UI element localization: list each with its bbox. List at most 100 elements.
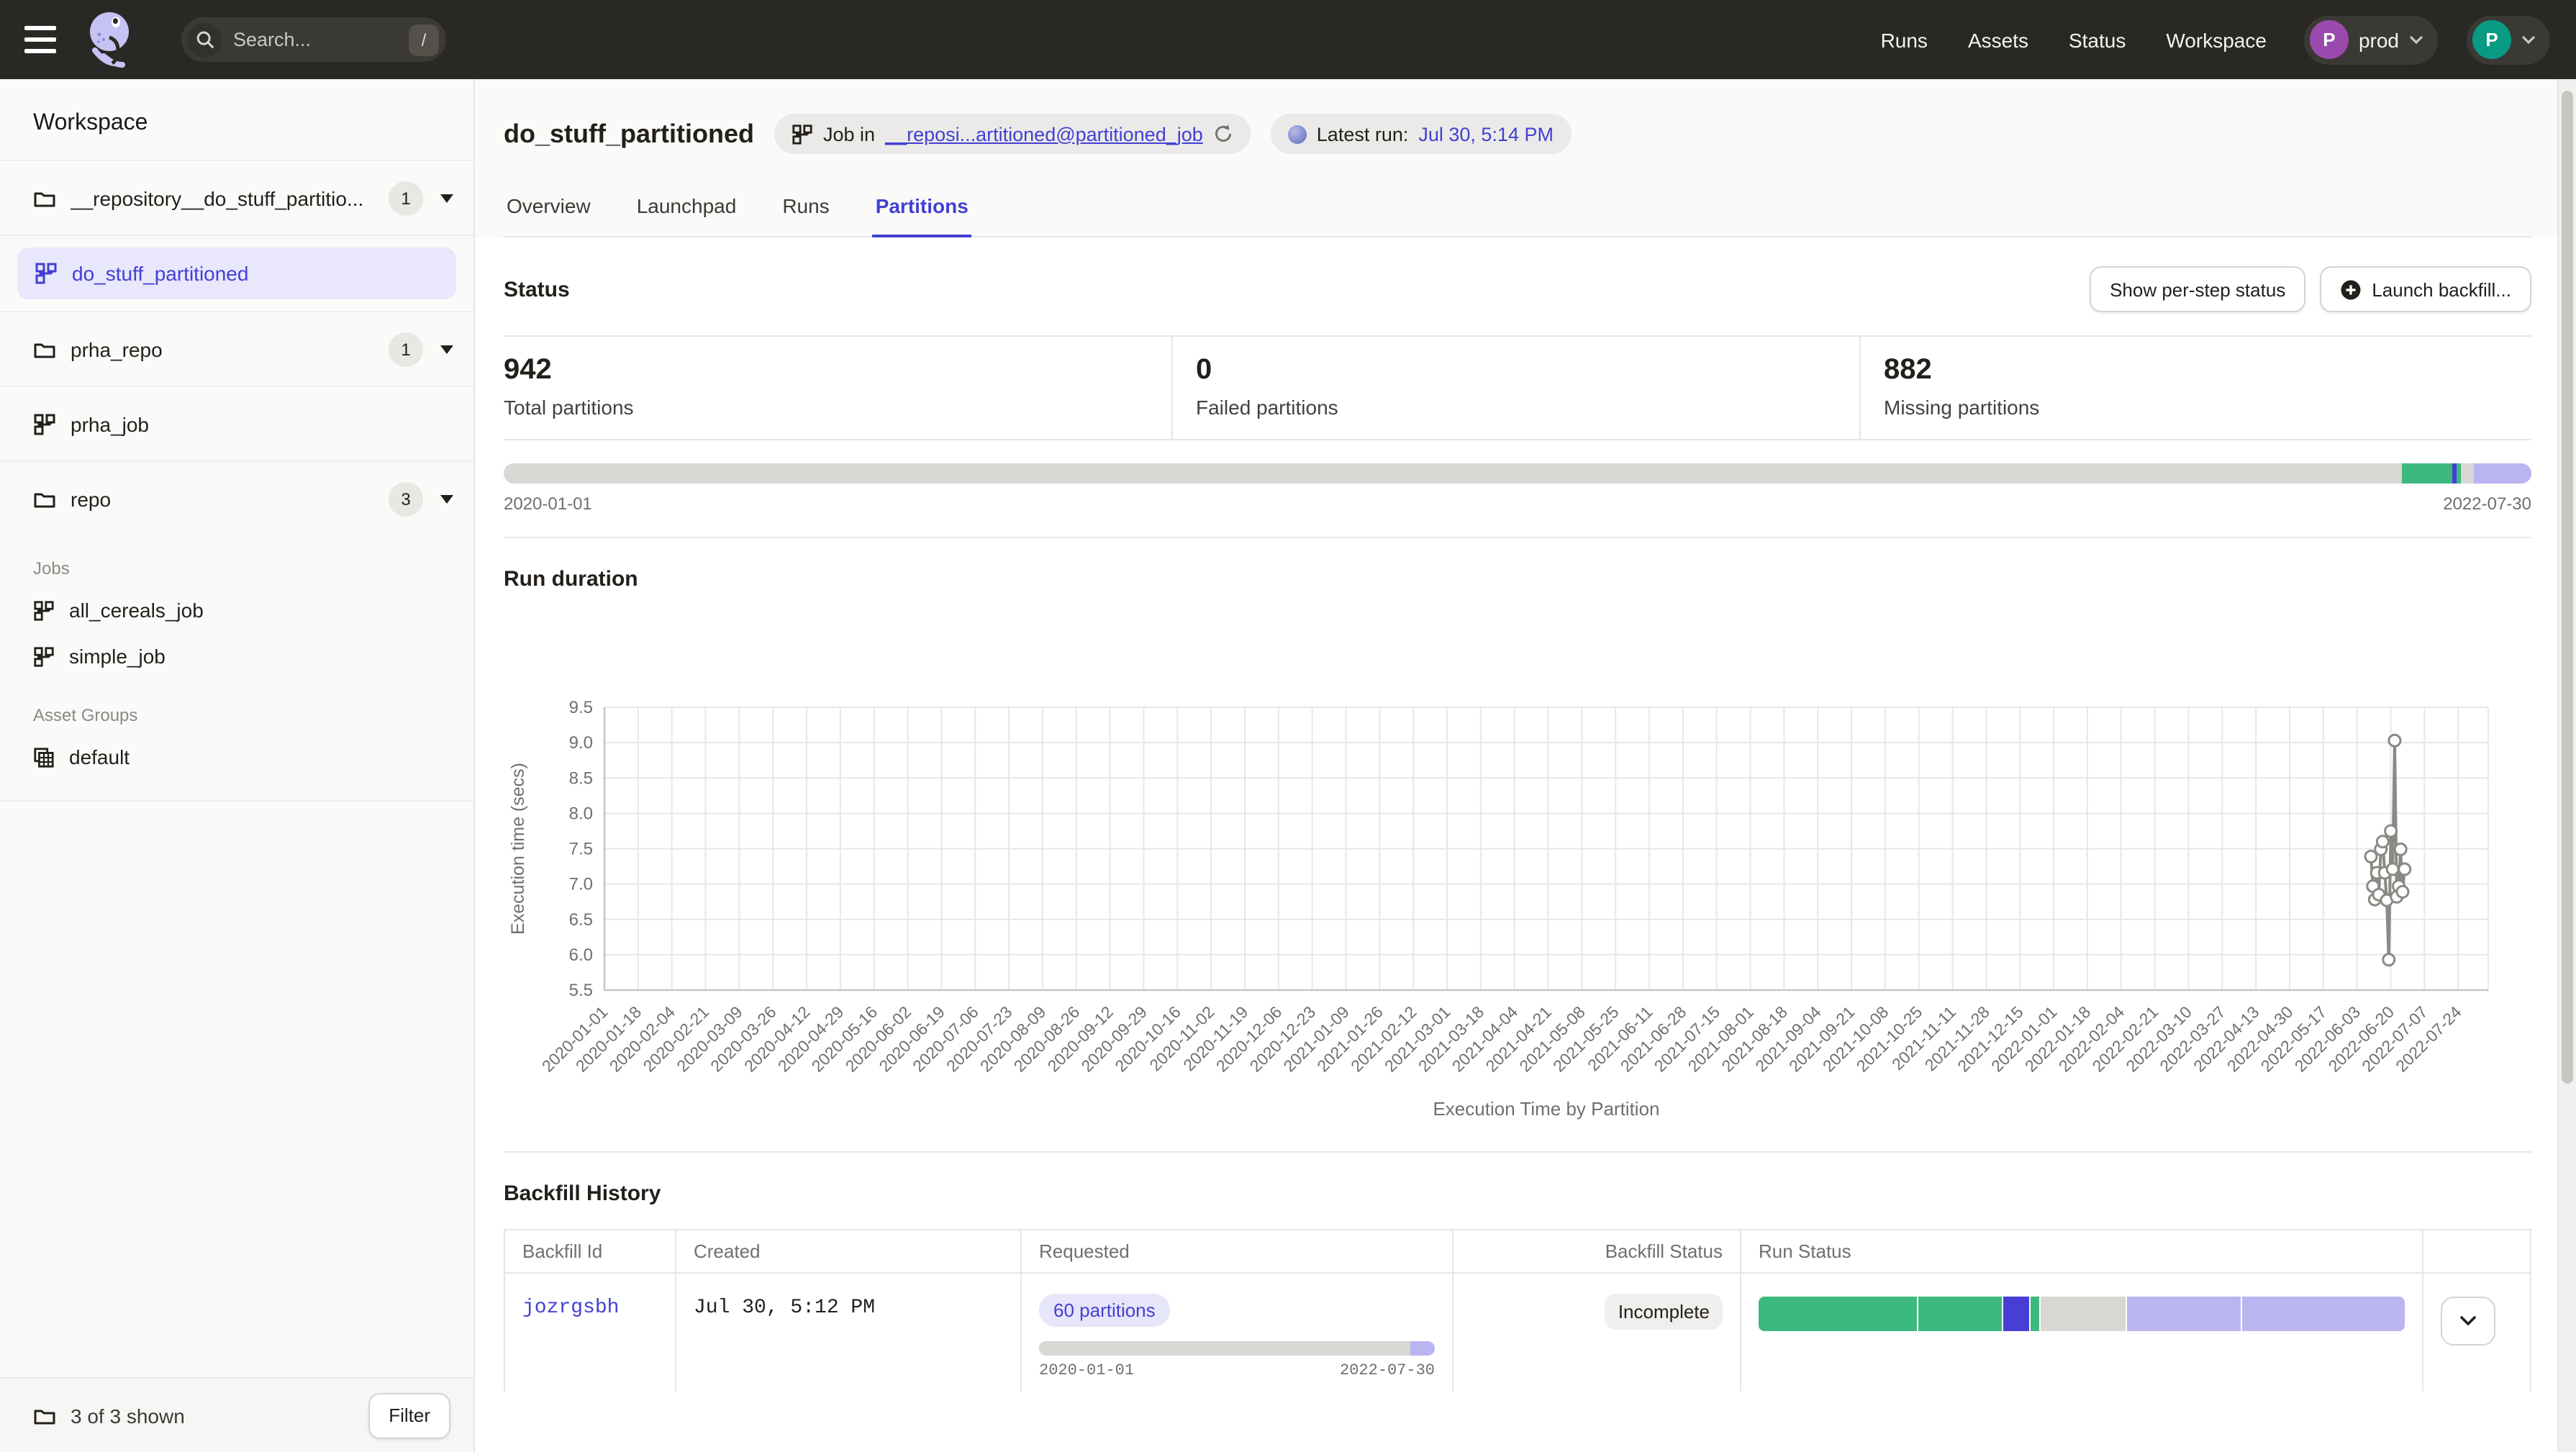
tab-partitions[interactable]: Partitions bbox=[873, 186, 971, 237]
show-per-step-status-button[interactable]: Show per-step status bbox=[2090, 266, 2305, 312]
top-nav-links: Runs Assets Status Workspace bbox=[1881, 28, 2267, 51]
folder-icon bbox=[33, 337, 56, 360]
svg-text:5.5: 5.5 bbox=[569, 981, 593, 1000]
job-icon bbox=[33, 412, 56, 435]
repo-count-badge: 1 bbox=[389, 181, 423, 215]
reload-icon[interactable] bbox=[1213, 124, 1233, 144]
total-partitions-value: 942 bbox=[504, 354, 1171, 387]
run-duration-chart: 9.59.08.58.07.57.06.56.05.52020-01-01202… bbox=[504, 606, 2531, 1148]
job-in-prefix: Job in bbox=[823, 123, 875, 145]
backfill-id-link[interactable]: jozrgsbh bbox=[522, 1297, 619, 1320]
failed-partitions-value: 0 bbox=[1196, 354, 1859, 387]
repos-shown-count: 3 of 3 shown bbox=[71, 1404, 354, 1427]
repo-count-badge: 1 bbox=[389, 332, 423, 366]
sidebar-item-simple-job[interactable]: simple_job bbox=[0, 633, 473, 679]
svg-text:Execution Time by Partition: Execution Time by Partition bbox=[1433, 1098, 1659, 1120]
partition-range-end: 2022-07-30 bbox=[2443, 494, 2531, 514]
nav-workspace[interactable]: Workspace bbox=[2166, 28, 2267, 51]
latest-run-link[interactable]: Jul 30, 5:14 PM bbox=[1418, 123, 1554, 145]
partition-status-bar[interactable] bbox=[504, 463, 2531, 484]
launch-backfill-button[interactable]: Launch backfill... bbox=[2320, 266, 2531, 312]
status-heading: Status bbox=[504, 277, 570, 301]
vertical-scrollbar[interactable] bbox=[2557, 79, 2576, 1452]
folder-icon bbox=[33, 1404, 56, 1427]
backfill-history-heading: Backfill History bbox=[504, 1181, 2531, 1206]
chevron-down-icon bbox=[2459, 1315, 2477, 1327]
col-run-status: Run Status bbox=[1740, 1230, 2422, 1272]
sidebar-item-prha-job[interactable]: prha_job bbox=[0, 386, 473, 460]
sidebar-item-default-asset-group[interactable]: default bbox=[0, 734, 473, 780]
partition-range-start: 2020-01-01 bbox=[504, 494, 592, 514]
caret-down-icon[interactable] bbox=[440, 194, 453, 202]
nav-status[interactable]: Status bbox=[2069, 28, 2126, 51]
search-input[interactable]: Search... / bbox=[181, 17, 446, 62]
job-label: simple_job bbox=[69, 645, 165, 668]
app-window: Search... / Runs Assets Status Workspace… bbox=[0, 0, 2576, 1452]
run-duration-heading: Run duration bbox=[504, 567, 2531, 591]
requested-range-end: 2022-07-30 bbox=[1340, 1363, 1435, 1380]
sidebar-item-prha-repo[interactable]: prha_repo 1 bbox=[0, 311, 473, 386]
svg-text:6.0: 6.0 bbox=[569, 945, 593, 965]
col-backfill-id: Backfill Id bbox=[505, 1230, 675, 1272]
caret-down-icon[interactable] bbox=[440, 345, 453, 353]
caret-down-icon[interactable] bbox=[440, 494, 453, 503]
deployment-avatar: P bbox=[2310, 20, 2349, 59]
sidebar-item-repository-do-stuff[interactable]: __repository__do_stuff_partitio... 1 bbox=[0, 160, 473, 235]
job-tabs: Overview Launchpad Runs Partitions bbox=[504, 186, 2531, 237]
partition-stats: 942 Total partitions 0 Failed partitions… bbox=[504, 335, 2531, 440]
tab-overview[interactable]: Overview bbox=[504, 186, 594, 237]
sidebar-item-repo[interactable]: repo 3 bbox=[0, 460, 473, 535]
backfill-status-badge: Incomplete bbox=[1605, 1294, 1723, 1330]
workspace-sidebar: Workspace __repository__do_stuff_partiti… bbox=[0, 79, 475, 1452]
jobs-section-label: Jobs bbox=[0, 558, 473, 587]
run-status-bar[interactable] bbox=[1759, 1297, 2405, 1331]
job-icon bbox=[792, 123, 813, 145]
svg-text:9.0: 9.0 bbox=[569, 733, 593, 753]
hamburger-menu-icon[interactable] bbox=[20, 19, 60, 60]
repo-label: prha_repo bbox=[71, 337, 374, 360]
deployment-switcher[interactable]: P prod bbox=[2304, 15, 2438, 64]
svg-text:6.5: 6.5 bbox=[569, 910, 593, 930]
search-icon bbox=[187, 22, 222, 57]
repo-count-badge: 3 bbox=[389, 481, 423, 516]
sidebar-footer: 3 of 3 shown Filter bbox=[0, 1377, 473, 1452]
expand-row-button[interactable] bbox=[2441, 1297, 2495, 1346]
user-avatar: P bbox=[2472, 20, 2511, 59]
repo-label: __repository__do_stuff_partitio... bbox=[71, 186, 374, 209]
search-shortcut-badge: / bbox=[409, 24, 439, 55]
asset-group-label: default bbox=[69, 745, 130, 768]
svg-text:Execution time (secs): Execution time (secs) bbox=[508, 763, 528, 935]
nav-runs[interactable]: Runs bbox=[1881, 28, 1928, 51]
folder-icon bbox=[33, 186, 56, 209]
col-requested: Requested bbox=[1020, 1230, 1452, 1272]
latest-run-badge: Latest run: Jul 30, 5:14 PM bbox=[1271, 114, 1571, 154]
nav-assets[interactable]: Assets bbox=[1968, 28, 2028, 51]
job-label: all_cereals_job bbox=[69, 599, 204, 622]
backfill-created: Jul 30, 5:12 PM bbox=[694, 1297, 875, 1320]
backfill-history-table: Backfill Id Created Requested Backfill S… bbox=[504, 1229, 2531, 1392]
main-content: do_stuff_partitioned Job in __reposi...a… bbox=[475, 79, 2557, 1452]
sidebar-item-all-cereals-job[interactable]: all_cereals_job bbox=[0, 587, 473, 633]
scrollbar-thumb[interactable] bbox=[2562, 91, 2573, 1084]
job-label: prha_job bbox=[71, 412, 453, 435]
asset-group-icon bbox=[33, 746, 55, 768]
folder-icon bbox=[33, 487, 56, 510]
table-header-row: Backfill Id Created Requested Backfill S… bbox=[505, 1230, 2530, 1272]
requested-partitions-pill[interactable]: 60 partitions bbox=[1039, 1294, 1170, 1327]
top-nav-bar: Search... / Runs Assets Status Workspace… bbox=[0, 0, 2576, 79]
search-placeholder: Search... bbox=[233, 29, 397, 50]
total-partitions-label: Total partitions bbox=[504, 396, 1171, 419]
requested-range-bar bbox=[1039, 1341, 1435, 1356]
job-location-link[interactable]: __reposi...artitioned@partitioned_job bbox=[885, 123, 1203, 145]
job-icon bbox=[33, 645, 55, 667]
asset-groups-section-label: Asset Groups bbox=[0, 705, 473, 734]
sidebar-title: Workspace bbox=[0, 79, 473, 160]
tab-runs[interactable]: Runs bbox=[779, 186, 832, 237]
dagster-logo-icon[interactable] bbox=[86, 11, 135, 68]
col-created: Created bbox=[675, 1230, 1020, 1272]
job-icon bbox=[33, 599, 55, 621]
user-menu[interactable]: P bbox=[2467, 15, 2550, 64]
sidebar-item-do-stuff-partitioned[interactable]: do_stuff_partitioned bbox=[17, 248, 456, 299]
filter-button[interactable]: Filter bbox=[368, 1392, 450, 1438]
tab-launchpad[interactable]: Launchpad bbox=[634, 186, 740, 237]
